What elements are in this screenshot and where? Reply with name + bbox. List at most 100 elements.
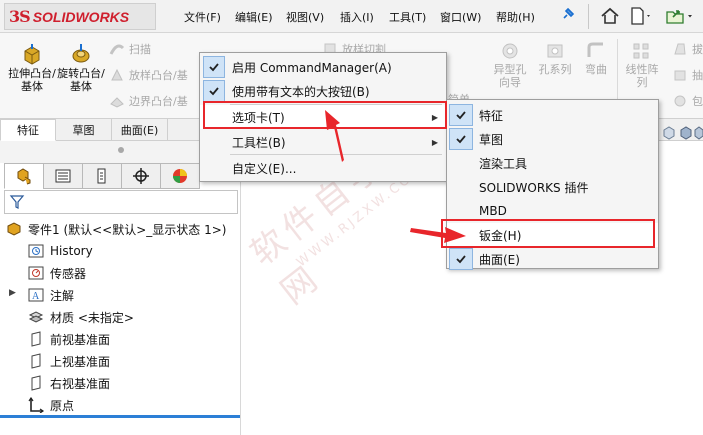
wrap-label: 包 (692, 95, 703, 108)
extrude-boss-label: 拉伸凸台/基体 (8, 67, 56, 93)
checkmark-icon (449, 128, 473, 150)
submenu-item-surfaces[interactable]: 曲面(E) (447, 247, 658, 271)
submenu-item-render-tools[interactable]: 渲染工具 (447, 151, 658, 175)
boundary-boss-button[interactable]: 边界凸台/基 (109, 93, 188, 109)
crosshair-icon (133, 168, 149, 184)
tree-item-label: History (50, 244, 93, 258)
draft-button[interactable]: 拔 (672, 41, 703, 57)
boundary-label: 边界凸台/基 (129, 95, 188, 108)
tab-features[interactable]: 特征 (0, 119, 56, 141)
revolve-boss-button[interactable]: 旋转凸台/基体 (57, 43, 105, 93)
solidworks-logo[interactable]: 3S SOLIDWORKS (4, 3, 156, 30)
shell-button[interactable]: 抽 (672, 67, 703, 83)
history-icon (28, 243, 45, 259)
menu-separator (230, 154, 442, 155)
tab-surfaces[interactable]: 曲面(E) (112, 119, 168, 141)
checkmark-icon (449, 104, 473, 126)
tree-item-origin[interactable]: 原点 (28, 395, 74, 415)
menu-window[interactable]: 窗口(W) (440, 9, 481, 25)
menu-item-toolbars[interactable]: 工具栏(B) ▶ (200, 130, 446, 154)
feature-manager-border (240, 141, 241, 435)
wrap-button[interactable]: 包 (672, 93, 703, 109)
submenu-item-solidworks-addins[interactable]: SOLIDWORKS 插件 (447, 175, 658, 199)
display-style-icon[interactable] (679, 126, 693, 140)
menu-item-customize[interactable]: 自定义(E)... (200, 156, 446, 180)
expand-annotations-icon[interactable]: ▶ (9, 288, 16, 298)
submenu-item-label: 草图 (479, 132, 504, 147)
tree-item-front-plane[interactable]: 前视基准面 (28, 329, 110, 349)
hole-wizard-button[interactable]: 异型孔向导 (490, 41, 530, 89)
submenu-item-sketch[interactable]: 草图 (447, 127, 658, 151)
revolve-boss-label: 旋转凸台/基体 (57, 67, 105, 93)
tree-root-part[interactable]: 零件1 (默认<<默认>_显示状态 1>) (6, 219, 226, 239)
menu-edit[interactable]: 编辑(E) (235, 9, 273, 25)
loft-button[interactable]: 放样凸台/基 (109, 67, 188, 83)
toolbar-separator (588, 4, 589, 29)
linear-pattern-button[interactable]: 线性阵列 (622, 41, 662, 89)
bend-button[interactable]: 弯曲 (576, 41, 616, 76)
menu-insert[interactable]: 插入(I) (340, 9, 374, 25)
sweep-button[interactable]: 扫描 (109, 41, 151, 57)
tree-filter-box[interactable] (4, 190, 238, 214)
tree-item-top-plane[interactable]: 上视基准面 (28, 351, 110, 371)
tab-configuration-manager[interactable] (82, 163, 122, 189)
menu-tools[interactable]: 工具(T) (389, 9, 426, 25)
configuration-icon (97, 168, 106, 184)
tab-property-manager[interactable] (43, 163, 83, 189)
tab-dimxpert-manager[interactable] (121, 163, 161, 189)
bend-icon (585, 41, 607, 61)
hole-series-button[interactable]: 孔系列 (535, 41, 575, 76)
tab-sketch[interactable]: 草图 (56, 119, 112, 141)
tree-item-right-plane[interactable]: 右视基准面 (28, 373, 110, 393)
highlight-box-tabs (203, 101, 447, 129)
hole-series-label: 孔系列 (538, 63, 572, 76)
menu-item-label: 工具栏(B) (232, 135, 286, 150)
plane-icon (28, 375, 45, 391)
hole-wizard-label: 异型孔向导 (493, 63, 527, 89)
tree-item-label: 注解 (50, 288, 75, 303)
tree-item-material[interactable]: 材质 <未指定> (28, 307, 134, 327)
menu-file[interactable]: 文件(F) (184, 9, 221, 25)
submenu-item-features[interactable]: 特征 (447, 103, 658, 127)
linear-pattern-icon (631, 41, 653, 61)
tab-feature-manager[interactable] (4, 163, 44, 189)
checkmark-icon (449, 248, 473, 270)
checkmark-icon (203, 56, 225, 78)
loft-label: 放样凸台/基 (129, 69, 188, 82)
submenu-item-label: MBD (479, 204, 507, 218)
extrude-boss-button[interactable]: 拉伸凸台/基体 (8, 43, 56, 93)
menu-item-label: 使用带有文本的大按钮(B) (232, 84, 370, 99)
menu-help[interactable]: 帮助(H) (496, 9, 535, 25)
ds-logo-mark: 3S (9, 7, 31, 26)
shell-icon (672, 68, 688, 82)
menu-view[interactable]: 视图(V) (286, 9, 324, 25)
material-icon (28, 309, 45, 325)
splitter-handle-icon[interactable] (118, 147, 124, 153)
tree-item-label: 传感器 (50, 266, 87, 281)
tree-item-history[interactable]: History (28, 241, 93, 261)
sweep-label: 扫描 (129, 43, 151, 56)
open-document-icon[interactable] (662, 5, 698, 27)
filter-icon[interactable] (9, 194, 25, 213)
tree-item-annotations[interactable]: A 注解 (28, 285, 74, 305)
home-icon[interactable] (596, 5, 624, 27)
hole-series-icon (544, 41, 566, 61)
part-name: 零件1 (默认<<默认>_显示状态 1>) (28, 222, 227, 237)
view-orientation-icon[interactable] (662, 126, 676, 140)
new-document-icon[interactable] (626, 5, 656, 27)
logo-text: SOLIDWORKS (32, 8, 130, 25)
hide-show-icon[interactable] (694, 126, 703, 140)
plane-icon (28, 331, 45, 347)
appearance-ball-icon (173, 169, 187, 183)
annotation-icon: A (28, 287, 45, 303)
menu-item-large-buttons-with-text[interactable]: 使用带有文本的大按钮(B) (200, 79, 446, 103)
revolve-boss-icon (69, 43, 93, 65)
menu-item-enable-commandmanager[interactable]: 启用 CommandManager(A) (200, 55, 446, 79)
highlight-box-sheet-metal (441, 219, 655, 248)
pin-icon[interactable] (561, 7, 575, 25)
tree-item-sensors[interactable]: 传感器 (28, 263, 86, 283)
draft-label: 拔 (692, 43, 703, 56)
boundary-icon (109, 94, 125, 108)
tab-display-manager[interactable] (160, 163, 200, 189)
draft-icon (672, 42, 688, 56)
